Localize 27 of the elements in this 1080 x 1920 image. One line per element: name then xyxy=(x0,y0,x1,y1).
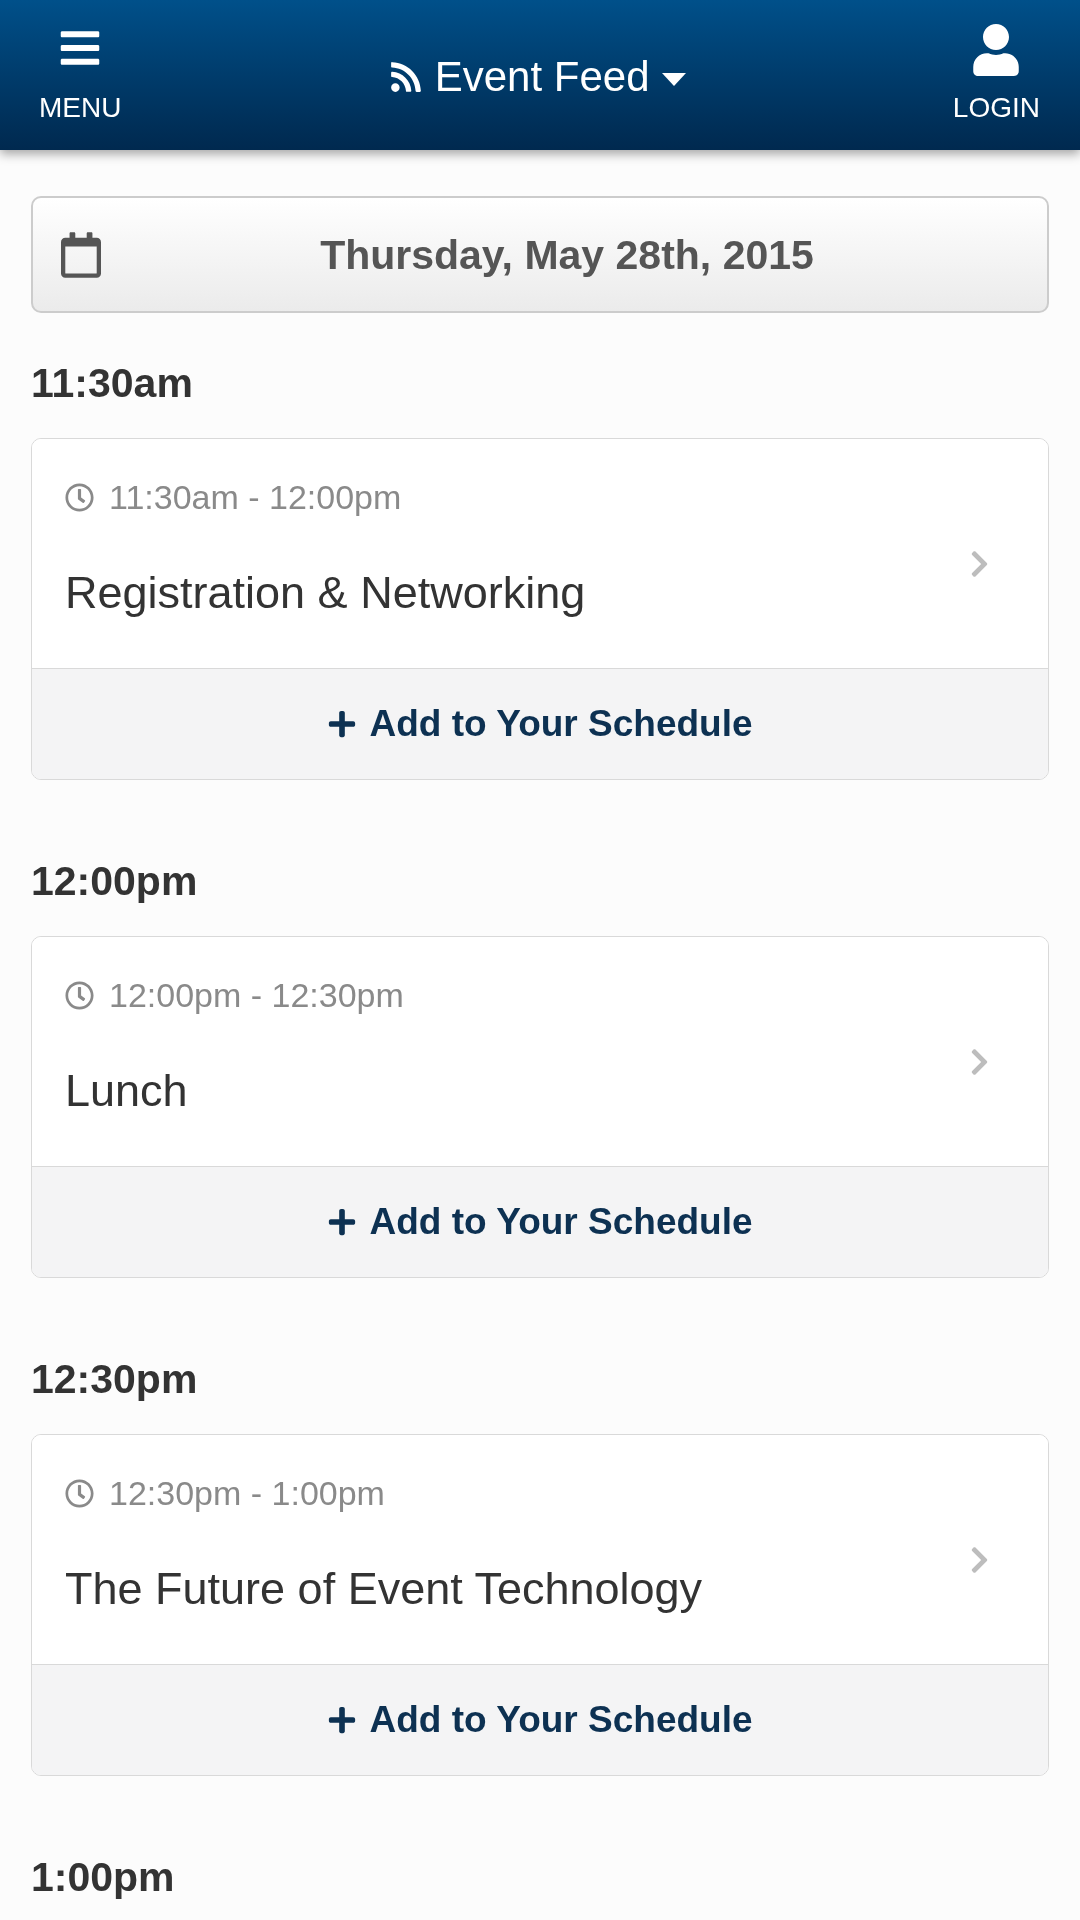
event-time-range: 11:30am - 12:00pm xyxy=(109,479,402,515)
event-time-range: 12:00pm - 12:30pm xyxy=(109,977,404,1013)
date-picker-button[interactable]: Thursday, May 28th, 2015 xyxy=(31,196,1049,313)
add-to-schedule-button[interactable]: Add to Your Schedule xyxy=(32,668,1048,779)
event-title: The Future of Event Technology xyxy=(65,1563,703,1615)
event-time-range: 12:30pm - 1:00pm xyxy=(109,1475,385,1511)
plus-icon xyxy=(327,709,358,739)
time-slot-heading: 12:30pm xyxy=(31,1356,198,1402)
calendar-icon xyxy=(61,231,101,278)
time-slot-heading: 11:30am xyxy=(31,360,193,406)
caret-down-icon xyxy=(661,72,686,86)
clock-icon xyxy=(65,1478,94,1508)
time-slot-heading: 1:00pm xyxy=(31,1854,175,1900)
clock-icon xyxy=(65,482,94,512)
login-button[interactable]: LOGIN xyxy=(952,0,1040,124)
user-icon xyxy=(972,24,1021,76)
clock-icon xyxy=(65,980,94,1010)
plus-icon xyxy=(327,1705,358,1735)
time-slot-heading: 12:00pm xyxy=(31,858,198,904)
rss-icon xyxy=(388,60,423,94)
plus-icon xyxy=(327,1207,358,1237)
menu-button[interactable]: MENU xyxy=(39,0,122,124)
event-title: Registration & Networking xyxy=(65,567,586,619)
event-title: Lunch xyxy=(65,1065,188,1117)
add-to-schedule-button[interactable]: Add to Your Schedule xyxy=(32,1166,1048,1277)
event-feed-dropdown[interactable]: Event Feed xyxy=(388,52,686,102)
add-to-schedule-button[interactable]: Add to Your Schedule xyxy=(32,1664,1048,1775)
